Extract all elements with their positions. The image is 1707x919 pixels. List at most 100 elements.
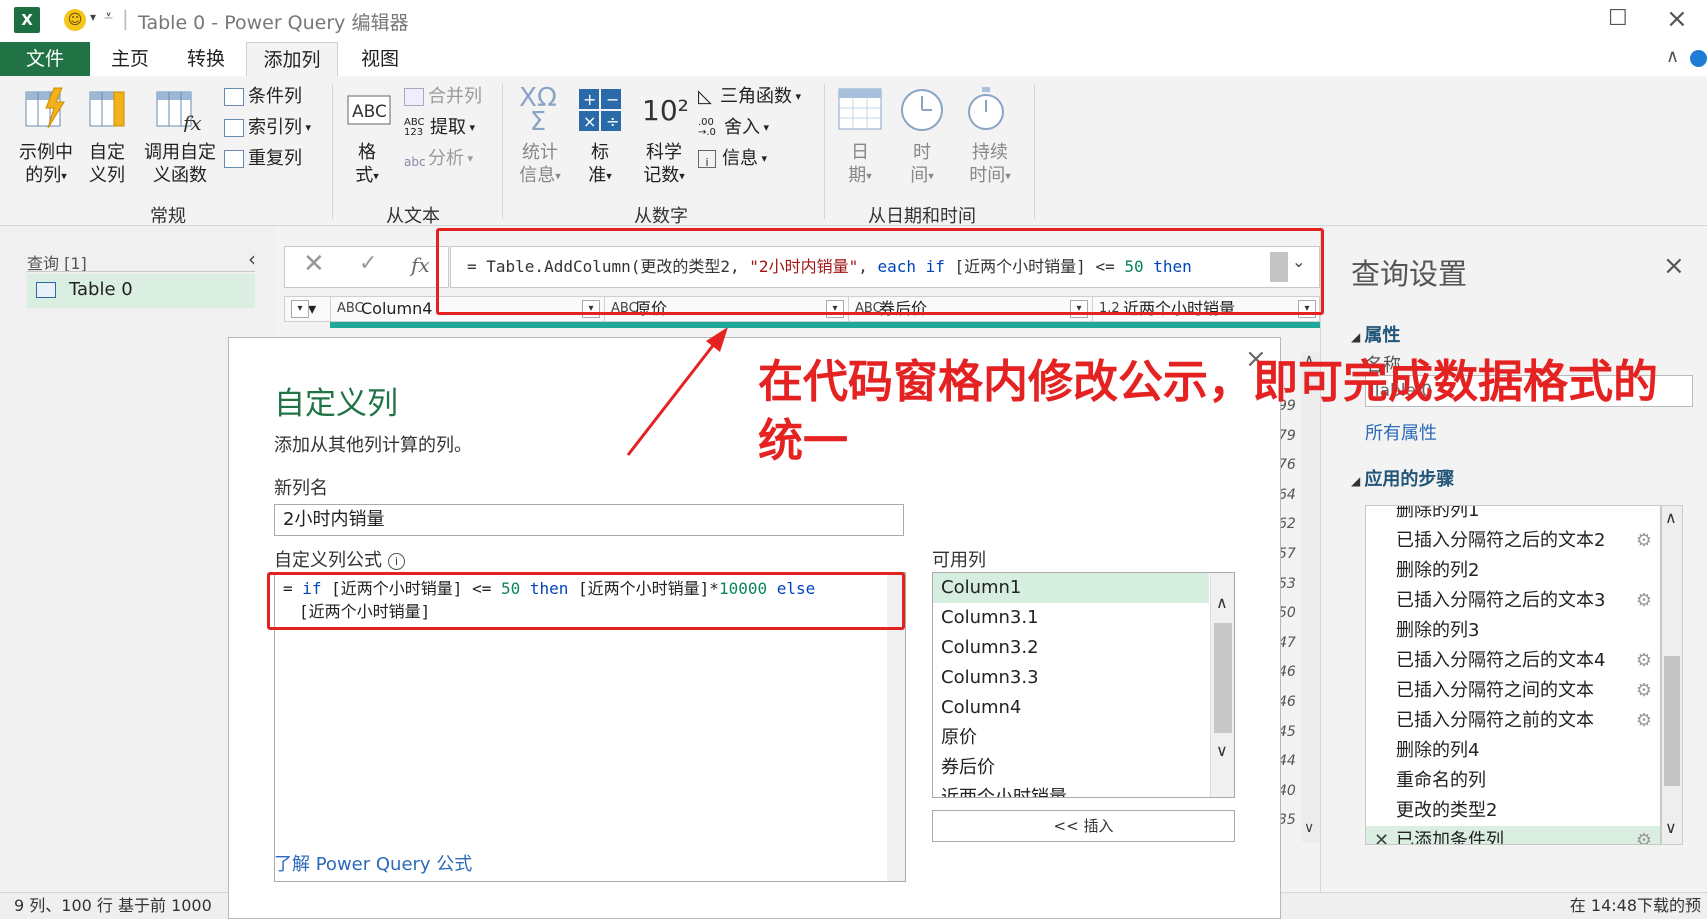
query-item-table0[interactable]: Table 0 (27, 274, 255, 308)
merge-columns-label: 合并列 (428, 86, 482, 107)
extract-button[interactable]: ABC 123 提取 ▾ (404, 116, 475, 140)
index-column-button[interactable]: 索引列 ▾ (224, 116, 311, 140)
new-column-name-input[interactable]: 2小时内销量 (274, 504, 904, 536)
applied-step[interactable]: 已插入分隔符之间的文本 ⚙ (1366, 676, 1660, 706)
format-label-2: 式 (355, 165, 374, 186)
duplicate-column-button[interactable]: 重复列 (224, 147, 302, 171)
delete-step-icon[interactable]: ✕ (1374, 826, 1389, 844)
available-columns-list: 近两个小时销量 券后价 原价 Column4 Column3.3 Column3.2 Col… (932, 572, 1235, 798)
help-icon[interactable] (1690, 50, 1707, 67)
step-settings-gear-icon[interactable]: ⚙ (1636, 706, 1652, 736)
applied-step[interactable]: 删除的列4 (1366, 736, 1660, 766)
tab-file[interactable]: 文件 (0, 42, 90, 76)
applied-step[interactable]: 更改的类型2 (1366, 796, 1660, 826)
applied-step[interactable]: 删除的列3 (1366, 616, 1660, 646)
trigonometry-button[interactable]: ◺ 三角函数 ▾ (698, 85, 801, 109)
parse-button[interactable]: abc 分析 ▾ (404, 147, 473, 171)
dropdown-icon[interactable]: ▾ (291, 300, 309, 318)
time-label-2: 间 (910, 165, 929, 186)
annotation-box-formula-bar (436, 228, 1324, 315)
applied-step[interactable]: 删除的列1 (1366, 506, 1660, 526)
applied-step-label: 重命名的列 (1396, 770, 1486, 791)
collapse-triangle-icon: ◢ (1351, 474, 1365, 488)
scroll-up-icon[interactable]: ∧ (1665, 508, 1677, 527)
applied-step-label: 已插入分隔符之间的文本 (1396, 680, 1594, 701)
available-column-item[interactable]: 原价 (933, 723, 1209, 753)
fx-icon[interactable]: fx (411, 253, 430, 277)
rounding-button[interactable]: .00 →.0 舍入 ▾ (698, 116, 769, 140)
column-name: Column4 (361, 299, 433, 318)
tab-add-column[interactable]: 添加列 (246, 42, 338, 76)
available-column-item[interactable]: Column3.3 (933, 663, 1209, 693)
query-settings-pane: 查询设置 × ◢ 属性 名称 Table 0 所有属性 ◢ 应用的步骤 删除的列… (1320, 227, 1707, 892)
learn-power-query-link[interactable]: 了解 Power Query 公式 (274, 850, 472, 876)
column-from-examples-icon (25, 87, 65, 129)
step-settings-gear-icon[interactable]: ⚙ (1636, 586, 1652, 616)
tab-view[interactable]: 视图 (350, 42, 410, 76)
parse-icon: abc (404, 155, 426, 169)
close-window-icon[interactable]: × (1666, 4, 1688, 34)
available-column-item[interactable]: 近两个小时销量 (933, 783, 1209, 797)
available-columns-scrollbar[interactable]: ∧ ∨ (1210, 573, 1234, 797)
menu-bar: 文件 主页 转换 添加列 视图 ∧ (0, 40, 1707, 76)
information-button[interactable]: i 信息 ▾ (698, 147, 767, 171)
tab-transform[interactable]: 转换 (176, 42, 236, 76)
applied-step[interactable]: 删除的列2 (1366, 556, 1660, 586)
parse-label: 分析 (428, 148, 464, 169)
group-from-number-label: 从数字 (634, 206, 688, 227)
step-settings-gear-icon[interactable]: ⚙ (1636, 676, 1652, 706)
scroll-down-icon[interactable]: ∨ (1665, 818, 1677, 837)
group-separator (1034, 84, 1035, 219)
conditional-column-icon (224, 88, 244, 106)
svg-text:+: + (583, 90, 596, 109)
available-column-item[interactable]: Column4 (933, 693, 1209, 723)
commit-formula-icon[interactable]: ✓ (359, 251, 377, 276)
close-settings-icon[interactable]: × (1663, 251, 1685, 281)
standard-label-2: 准 (588, 165, 607, 186)
properties-section[interactable]: ◢ 属性 (1351, 321, 1400, 347)
cancel-formula-icon[interactable]: ✕ (303, 249, 325, 279)
available-column-item[interactable]: Column3.1 (933, 603, 1209, 633)
applied-step[interactable]: 已插入分隔符之后的文本2 ⚙ (1366, 526, 1660, 556)
information-icon: i (698, 150, 716, 169)
available-column-item[interactable]: Column3.2 (933, 633, 1209, 663)
merge-columns-button[interactable]: 合并列 (404, 85, 482, 109)
available-column-item[interactable]: 券后价 (933, 753, 1209, 783)
dialog-title: 自定义列 (274, 386, 398, 422)
applied-step[interactable]: 已插入分隔符之后的文本3 ⚙ (1366, 586, 1660, 616)
scroll-up-icon[interactable]: ∧ (1216, 593, 1228, 612)
available-scroll-thumb[interactable] (1214, 623, 1232, 733)
time-label-1: 时 (913, 142, 931, 163)
scroll-down-icon[interactable]: ∨ (1304, 820, 1314, 836)
applied-step-label: 更改的类型2 (1396, 800, 1498, 821)
scroll-down-icon[interactable]: ∨ (1216, 741, 1228, 760)
custom-column-icon (89, 91, 125, 127)
step-settings-gear-icon[interactable]: ⚙ (1636, 826, 1652, 844)
available-column-item[interactable]: Column1 (933, 573, 1209, 603)
extract-label: 提取 (430, 117, 466, 138)
customize-qat-icon[interactable]: ⩡ (104, 6, 113, 26)
step-settings-gear-icon[interactable]: ⚙ (1636, 646, 1652, 676)
maximize-icon[interactable]: ☐ (1608, 6, 1628, 31)
applied-step[interactable]: 已插入分隔符之前的文本 ⚙ (1366, 706, 1660, 736)
step-settings-gear-icon[interactable]: ⚙ (1636, 526, 1652, 556)
tab-home[interactable]: 主页 (100, 42, 160, 76)
window-title: Table 0 - Power Query 编辑器 (138, 12, 409, 34)
info-icon[interactable]: i (388, 552, 405, 570)
applied-step[interactable]: 已插入分隔符之后的文本4 ⚙ (1366, 646, 1660, 676)
steps-scrollbar[interactable]: ∧ ∨ (1661, 505, 1683, 845)
applied-step-label: 已插入分隔符之后的文本2 (1396, 530, 1606, 551)
insert-button[interactable]: << 插入 (932, 810, 1235, 842)
qat-dropdown-icon[interactable]: ▾ (90, 10, 96, 24)
rounding-icon: .00 →.0 (698, 117, 716, 138)
format-label-1: 格 (358, 142, 376, 163)
conditional-column-button[interactable]: 条件列 (224, 85, 302, 109)
applied-step[interactable]: 重命名的列 (1366, 766, 1660, 796)
column-quality-bar (330, 322, 1320, 328)
scientific-label-1: 科学 (646, 142, 682, 163)
collapse-ribbon-icon[interactable]: ∧ (1666, 46, 1679, 67)
applied-step[interactable]: ✕ 已添加条件列 ⚙ (1366, 826, 1660, 844)
feedback-smile-icon[interactable]: ☺ (64, 9, 86, 31)
steps-scroll-thumb[interactable] (1664, 656, 1680, 786)
collapse-pane-icon[interactable]: ‹ (248, 247, 256, 271)
